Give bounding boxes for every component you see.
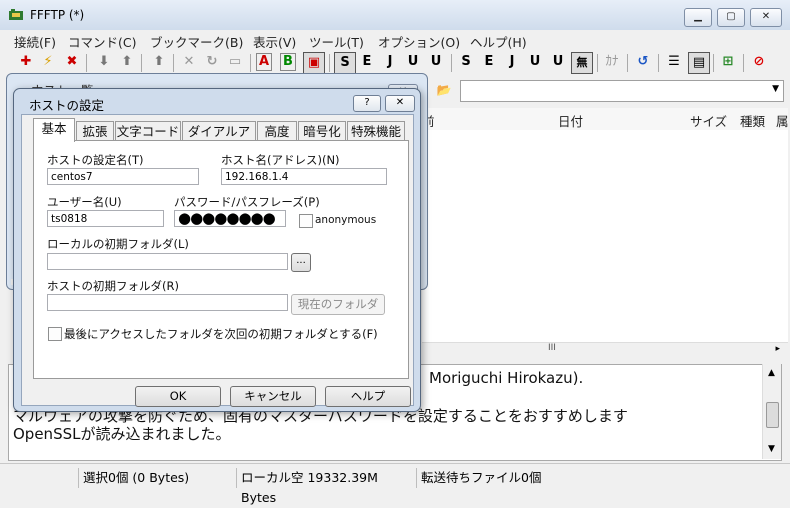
tab-extended[interactable]: 拡張 [76, 121, 114, 141]
minimize-button[interactable]: ▁ [684, 8, 712, 27]
tab-advanced[interactable]: 高度 [257, 121, 297, 141]
status-local-free: ローカル空 19332.39M Bytes [236, 468, 413, 505]
local-jis-icon[interactable]: J [502, 52, 522, 72]
upload-icon[interactable]: ⬆ [117, 52, 137, 72]
app-icon [9, 9, 23, 20]
delete-icon[interactable]: ✕ [179, 52, 199, 72]
dialog-help-button[interactable]: ? [353, 95, 381, 112]
anonymous-label: anonymous [315, 214, 377, 226]
scroll-down-icon[interactable]: ▼ [768, 444, 775, 454]
browse-button[interactable]: ... [291, 253, 311, 272]
rename-icon[interactable]: ↻ [202, 52, 222, 72]
password-input[interactable]: ●●●●●●●● [174, 210, 286, 227]
col-date[interactable]: 日付 [558, 111, 583, 130]
host-name-label: ホスト名(アドレス)(N) [221, 153, 340, 167]
download-icon[interactable]: ⬇ [94, 52, 114, 72]
ascii-mode-icon[interactable]: A [256, 53, 272, 71]
refresh-icon[interactable]: ↺ [633, 52, 653, 72]
log-line: Moriguchi Hirokazu). [429, 369, 584, 387]
kana-convert-icon[interactable]: ｶﾅ [602, 52, 622, 72]
up-folder-icon[interactable]: ⬆ [149, 52, 169, 72]
local-euc-icon[interactable]: E [479, 52, 499, 72]
host-utf8bom-icon[interactable]: U [426, 52, 446, 72]
abort-icon[interactable]: ⊘ [749, 52, 769, 72]
host-setting-name-label: ホストの設定名(T) [47, 153, 144, 167]
tab-dialup[interactable]: ダイアルアップ [182, 121, 256, 158]
scroll-up-icon[interactable]: ▲ [768, 368, 775, 378]
log-line: OpenSSLが読み込まれました。 [13, 425, 231, 443]
detail-view-icon[interactable]: ▤ [688, 52, 710, 74]
col-size[interactable]: サイズ [690, 111, 727, 130]
last-folder-label: 最後にアクセスしたフォルダを次回の初期フォルダとする(F) [64, 327, 378, 341]
local-folder-label: ローカルの初期フォルダ(L) [47, 237, 189, 251]
local-utf8-icon[interactable]: U [525, 52, 545, 72]
auto-mode-icon[interactable]: ▣ [303, 52, 325, 74]
col-type[interactable]: 種類 [740, 111, 765, 130]
dialog-close-button[interactable]: ✕ [385, 95, 415, 112]
host-utf8-icon[interactable]: U [403, 52, 423, 72]
host-setting-name-input[interactable]: centos7 [47, 168, 199, 185]
scroll-thumb-grip: III [548, 343, 556, 353]
anonymous-checkbox[interactable] [299, 214, 313, 228]
col-attr[interactable]: 属 [776, 111, 789, 130]
connect-icon[interactable]: ✚ [16, 52, 36, 72]
host-name-input[interactable]: 192.168.1.4 [221, 168, 387, 185]
current-folder-button[interactable]: 現在のフォルダ [291, 294, 385, 315]
scroll-thumb[interactable] [766, 402, 779, 428]
cancel-button[interactable]: キャンセル [230, 386, 316, 407]
password-label: パスワード/パスフレーズ(P) [174, 195, 320, 209]
log-vscrollbar[interactable]: ▲ ▼ [762, 364, 781, 459]
chevron-down-icon[interactable]: ▼ [772, 84, 779, 94]
remote-file-list[interactable] [422, 130, 788, 342]
last-folder-checkbox[interactable] [48, 327, 62, 341]
dialog-title: ホストの設定 [29, 98, 105, 113]
binary-mode-icon[interactable]: B [280, 53, 296, 71]
disconnect-icon[interactable]: ✖ [62, 52, 82, 72]
local-utf8bom-icon[interactable]: U [548, 52, 568, 72]
status-bar: 選択0個 (0 Bytes) ローカル空 19332.39M Bytes 転送待… [0, 463, 790, 505]
remote-folder-label: ホストの初期フォルダ(R) [47, 279, 179, 293]
quick-connect-icon[interactable]: ⚡ [38, 52, 58, 72]
local-folder-input[interactable] [47, 253, 288, 270]
ok-button[interactable]: OK [135, 386, 221, 407]
host-jis-icon[interactable]: J [380, 52, 400, 72]
status-selected: 選択0個 (0 Bytes) [78, 468, 235, 488]
user-name-label: ユーザー名(U) [47, 195, 122, 209]
mkdir-icon[interactable]: ▭ [225, 52, 245, 72]
maximize-button[interactable]: ▢ [717, 8, 745, 27]
no-convert-icon[interactable]: 無 [571, 52, 593, 74]
user-name-input[interactable]: ts0818 [47, 210, 164, 227]
host-sjis-icon[interactable]: S [334, 52, 356, 74]
tab-encryption[interactable]: 暗号化 [298, 121, 346, 141]
folder-open-icon[interactable]: 📂 [434, 80, 454, 100]
help-button[interactable]: ヘルプ [325, 386, 411, 407]
window-title: FFFTP (*) [30, 8, 85, 22]
remote-folder-input[interactable] [47, 294, 288, 311]
status-queue: 転送待ちファイル0個 [416, 468, 621, 488]
remote-hscrollbar[interactable]: III ▸ [422, 342, 788, 358]
scroll-right-icon[interactable]: ▸ [775, 344, 780, 354]
title-bar: FFFTP (*) ▁ ▢ ✕ [0, 0, 790, 31]
menu-bar: 接続(F) コマンド(C) ブックマーク(B) 表示(V) ツール(T) オプシ… [0, 30, 790, 50]
tab-charset[interactable]: 文字コード [115, 121, 181, 141]
sync-folder-icon[interactable]: ⊞ [718, 52, 738, 72]
close-button[interactable]: ✕ [750, 8, 782, 27]
host-euc-icon[interactable]: E [357, 52, 377, 72]
remote-path-input[interactable]: ▼ [460, 80, 784, 102]
tab-basic[interactable]: 基本 [33, 118, 75, 142]
remote-list-header: 前 日付 サイズ 種類 属 [422, 108, 789, 131]
list-view-icon[interactable]: ☰ [664, 52, 684, 72]
tab-special[interactable]: 特殊機能 [347, 121, 405, 141]
local-sjis-icon[interactable]: S [456, 52, 476, 72]
